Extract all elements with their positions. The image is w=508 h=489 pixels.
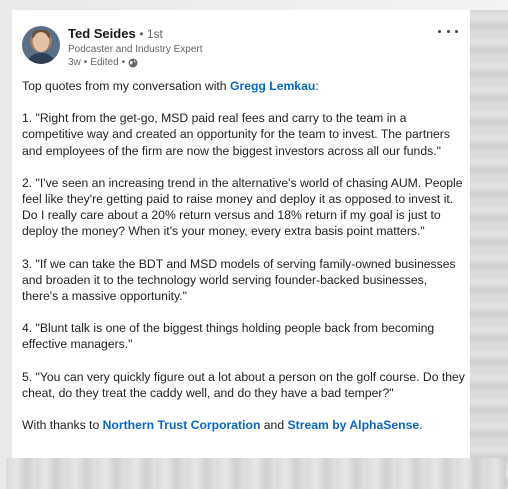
author-avatar[interactable] [22,26,60,64]
post-body: Top quotes from my conversation with Gre… [22,78,466,449]
thanks-end: . [419,418,423,433]
post-meta: 3w • Edited • [68,57,138,68]
thanks-prefix: With thanks to [22,418,100,433]
gregg-lemkau-link[interactable]: Gregg Lemkau [230,79,315,93]
post-card: Ted Seides • 1st Podcaster and Industry … [12,10,470,458]
quote-paragraph: 4. "Blunt talk is one of the biggest thi… [22,321,435,352]
meta-separator: • [121,57,126,68]
intro-text: Top quotes from my conversation with [22,79,227,93]
author-headline: Podcaster and Industry Expert [68,44,203,55]
meta-separator: • [83,57,88,68]
avatar-shirt [26,53,56,64]
avatar-face [33,32,49,52]
intro-paragraph: Top quotes from my conversation with Gre… [22,78,466,94]
post-time: 3w [68,57,81,68]
blurred-edge-bottom [6,458,506,489]
edited-label: Edited [90,57,119,68]
author-name[interactable]: Ted Seides [68,26,136,41]
connection-degree: • 1st [139,27,163,41]
thanks-paragraph: With thanks to Northern Trust Corporatio… [22,417,466,433]
quote-paragraph: 2. "I've seen an increasing trend in the… [22,175,463,239]
dot-icon [438,29,441,33]
dot-icon [455,29,458,33]
blurred-edge-right [470,10,508,489]
quote-paragraph: 3. "If we can take the BDT and MSD model… [22,256,456,304]
more-options-button[interactable] [438,24,458,38]
quote-paragraph: 5. "You can very quickly figure out a lo… [22,369,465,400]
stream-by-alphasense-link[interactable]: Stream by AlphaSense [288,418,420,432]
intro-punctuation: : [315,79,319,93]
thanks-and: and [263,418,285,433]
globe-icon [128,58,138,67]
author-line: Ted Seides • 1st [68,26,163,41]
quote-paragraph: 1. "Right from the get-go, MSD paid real… [22,111,450,158]
dot-icon [446,29,450,33]
northern-trust-link[interactable]: Northern Trust Corporation [103,418,261,432]
